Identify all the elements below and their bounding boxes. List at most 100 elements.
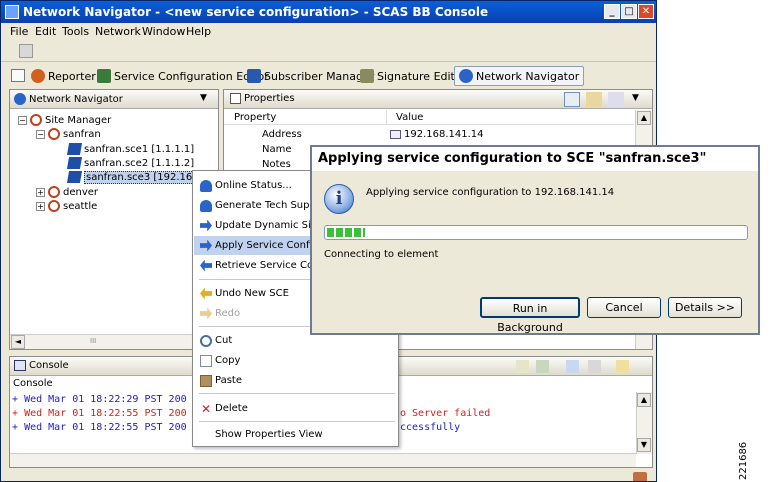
menu-item-label: Apply Service Configu [215,240,325,251]
tree-item-sanfran-sce2[interactable]: sanfran.sce2 [1.1.1.2] [66,156,195,170]
tech-support-icon [200,199,212,212]
online-status-icon [200,179,212,192]
menu-edit[interactable]: Edit [35,25,56,38]
navigator-panel: Network Navigator ▼ − Site Manager − san… [9,89,219,350]
console-line-text: Wed Mar 01 18:22:55 PST 200 [24,408,187,419]
menu-network[interactable]: Network [95,25,141,38]
minimize-button[interactable]: _ [604,4,620,19]
tree-label: sanfran.sce2 [1.1.1.2] [84,157,195,169]
dialog-message: Applying service configuration to 192.16… [366,187,615,198]
pin-console-icon[interactable] [566,360,579,373]
perspective-reporter[interactable]: Reporter [31,67,96,85]
filter-advanced-icon[interactable] [586,92,602,107]
app-icon [5,5,19,19]
menu-separator [199,393,395,394]
save-icon[interactable] [19,44,33,58]
expand-toggle[interactable]: + [36,201,45,211]
tree-item-sanfran[interactable]: − sanfran [36,127,101,141]
collapse-toggle[interactable]: − [36,129,45,139]
menu-tools[interactable]: Tools [62,25,89,38]
tree-item-seattle[interactable]: + seattle [36,199,97,213]
console-subtitle: Console [13,378,53,389]
table-row[interactable]: Address 192.168.141.14 [224,127,634,142]
tree-item-sanfran-sce1[interactable]: sanfran.sce1 [1.1.1.1] [66,142,194,156]
clear-console-icon[interactable] [516,360,529,373]
tab-label: Console [29,360,69,371]
close-button[interactable]: ✕ [638,4,654,19]
menu-item-label: Redo [215,308,241,319]
status-bar-icon [633,472,647,481]
restore-default-icon[interactable] [608,92,624,107]
properties-panel-header: Properties ▼ [224,90,652,109]
dialog-title: Applying service configuration to SCE "s… [318,151,707,166]
site-icon [48,186,60,198]
progress-dialog: Applying service configuration to SCE "s… [310,145,760,335]
arrow-right-icon [200,239,212,252]
tab-label: Network Navigator [29,93,123,105]
globe-icon [14,93,26,105]
tab-properties[interactable]: Properties [230,93,295,104]
progress-bar-fill [327,228,365,237]
menu-item-delete[interactable]: ✕ Delete [194,399,397,418]
signature-editor-icon [360,69,374,83]
console-horizontal-scrollbar[interactable] [10,453,636,467]
property-value: 192.168.141.14 [404,129,484,140]
view-menu-icon[interactable]: ▼ [632,93,639,103]
site-manager-icon [30,114,42,126]
properties-icon [230,93,241,104]
perspective-label: Reporter [48,69,96,83]
tab-console[interactable]: Console [14,360,69,371]
open-console-icon[interactable] [616,360,629,373]
address-icon [390,130,401,139]
expand-toggle[interactable]: + [36,187,45,197]
perspective-bar: Reporter Service Configuration Editor Su… [1,63,656,88]
collapse-toggle[interactable]: − [18,115,27,125]
window-title: Network Navigator - <new service configu… [23,5,489,19]
scroll-down-button[interactable]: ▼ [637,438,651,452]
perspective-service-configuration-editor[interactable]: Service Configuration Editor [97,67,269,85]
run-in-background-button[interactable]: Run in Background [480,297,580,334]
figure-id-label: 221686 [738,441,749,480]
menu-window[interactable]: Window [142,25,185,38]
property-name: Address [262,129,302,140]
perspective-subscriber-manager[interactable]: Subscriber Manager [247,67,374,85]
progress-bar [324,225,748,240]
maximize-button[interactable]: □ [621,4,637,19]
menu-item-label: Copy [215,355,241,366]
menu-item-label: Show Properties View [215,429,323,440]
menu-file[interactable]: File [10,25,28,38]
cancel-button[interactable]: Cancel [587,297,661,318]
perspective-signature-editor[interactable]: Signature Editor [360,67,466,85]
scroll-up-button[interactable]: ▲ [637,393,651,407]
console-line: + Wed Mar 01 18:22:55 PST 200 [12,408,187,419]
view-menu-icon[interactable]: ▼ [200,93,207,103]
perspective-network-navigator[interactable]: Network Navigator [454,66,585,86]
site-icon [48,200,60,212]
horizontal-scrollbar[interactable]: ◄ III [10,334,218,349]
tab-label: Properties [244,93,295,104]
globe-icon [459,69,473,83]
scroll-left-button[interactable]: ◄ [11,335,25,349]
tree-item-site-manager[interactable]: − Site Manager [18,113,111,127]
open-perspective-icon[interactable] [11,69,25,82]
details-button[interactable]: Details >> [668,297,742,318]
tree-label: Site Manager [45,114,112,126]
tab-network-navigator[interactable]: Network Navigator [14,93,123,105]
menu-item-paste[interactable]: Paste [194,371,397,390]
scroll-lock-icon[interactable] [536,360,549,373]
properties-header-row: Property Value [224,110,634,125]
categories-toggle-icon[interactable] [564,92,580,107]
title-bar: Network Navigator - <new service configu… [1,1,656,23]
menu-bar: File Edit Tools Network Window Help [1,23,656,40]
network-tree: − Site Manager − sanfran sanfran.sce1 [1… [10,110,218,335]
console-vertical-scrollbar[interactable]: ▲ ▼ [636,392,652,454]
menu-item-copy[interactable]: Copy [194,351,397,370]
scroll-up-button[interactable]: ▲ [637,111,651,125]
tree-label: seattle [63,200,98,212]
sce-device-icon [66,171,83,183]
display-console-icon[interactable] [588,360,601,373]
menu-help[interactable]: Help [186,25,211,38]
tree-item-sanfran-sce3[interactable]: sanfran.sce3 [192.168.1 [66,170,211,184]
menu-item-show-properties-view[interactable]: Show Properties View [194,425,397,444]
tree-item-denver[interactable]: + denver [36,185,98,199]
